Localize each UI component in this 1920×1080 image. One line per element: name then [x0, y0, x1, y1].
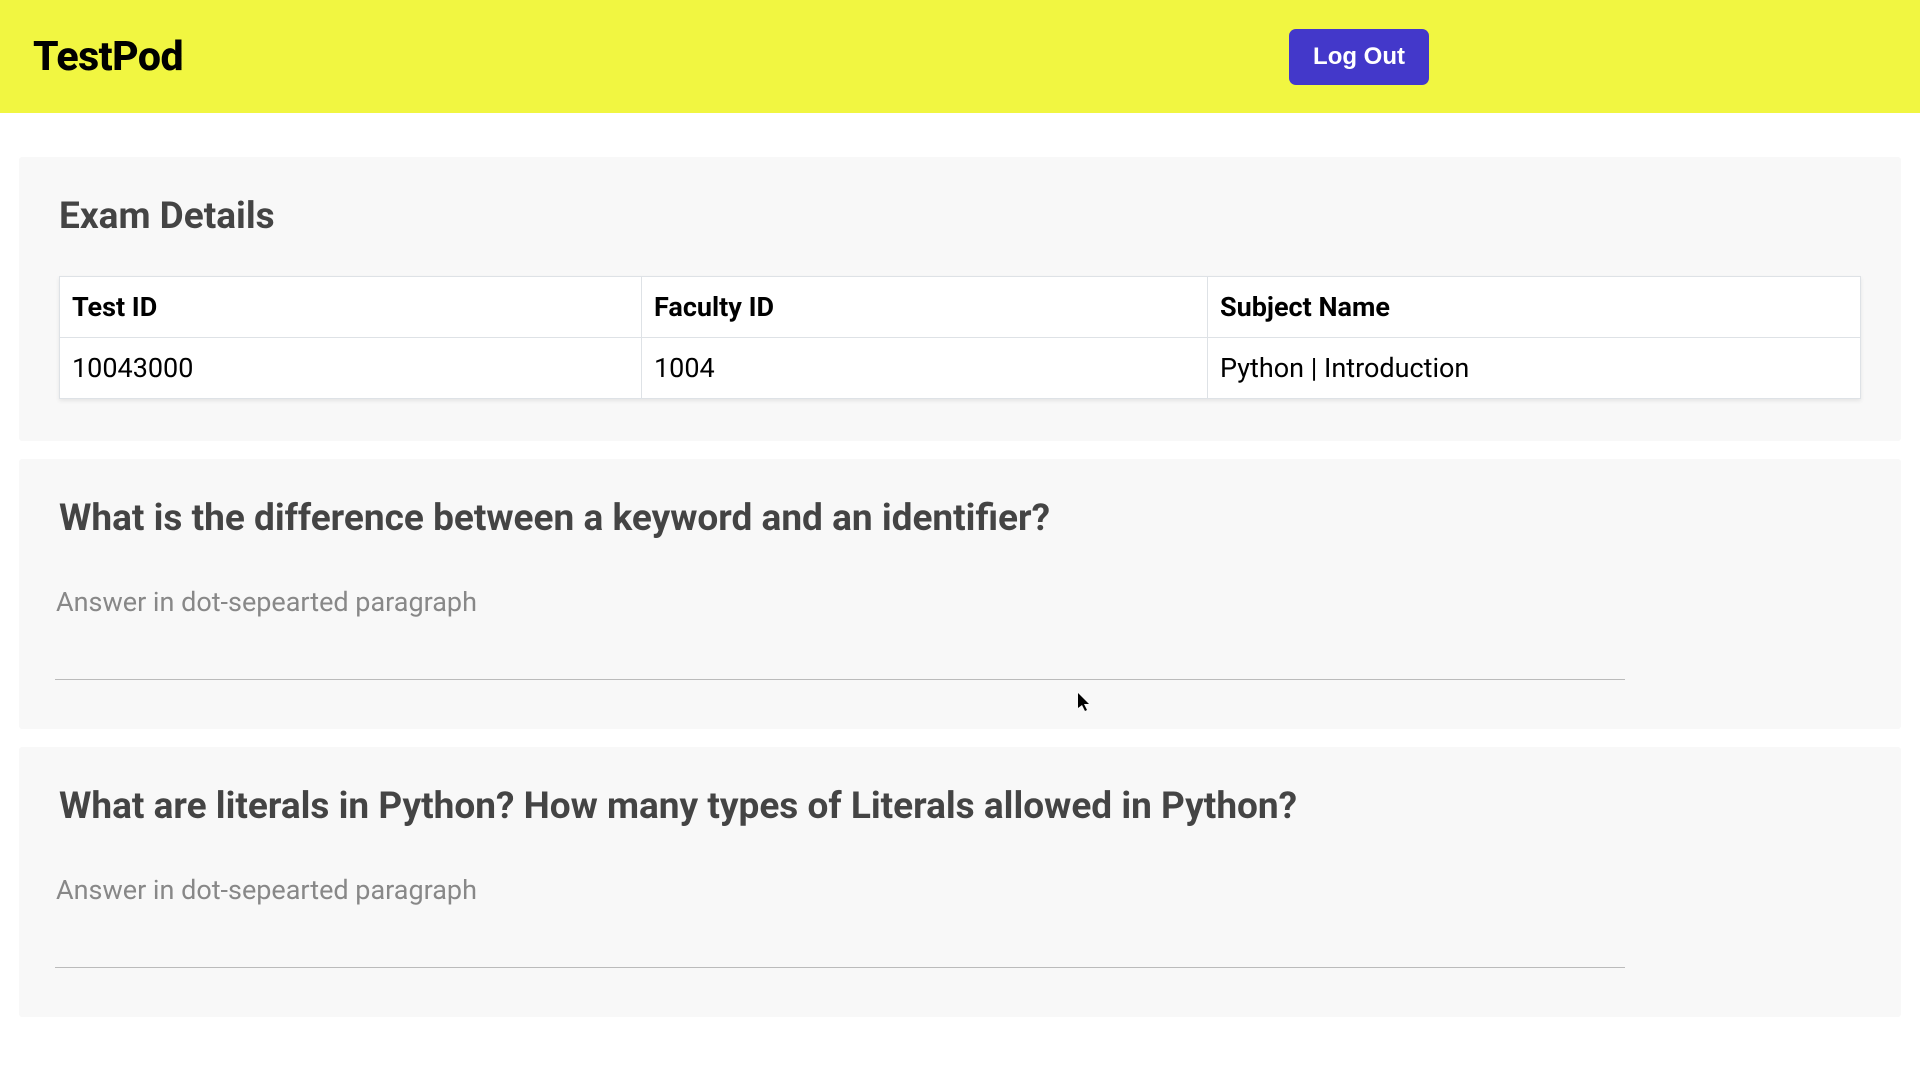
col-faculty-id: Faculty ID	[642, 277, 1208, 338]
question-card: What is the difference between a keyword…	[19, 459, 1901, 729]
exam-details-table: Test ID Faculty ID Subject Name 10043000…	[59, 276, 1861, 399]
cell-subject-name: Python | Introduction	[1208, 338, 1861, 399]
table-row: 10043000 1004 Python | Introduction	[60, 338, 1861, 399]
exam-details-title: Exam Details	[59, 195, 1861, 238]
question-prompt: What is the difference between a keyword…	[59, 497, 1861, 540]
col-subject-name: Subject Name	[1208, 277, 1861, 338]
question-card: What are literals in Python? How many ty…	[19, 747, 1901, 1017]
exam-details-card: Exam Details Test ID Faculty ID Subject …	[19, 157, 1901, 441]
answer-input[interactable]	[55, 858, 1625, 968]
question-prompt: What are literals in Python? How many ty…	[59, 785, 1861, 828]
main-content: Exam Details Test ID Faculty ID Subject …	[0, 113, 1920, 1017]
col-test-id: Test ID	[60, 277, 642, 338]
app-header: TestPod Log Out	[0, 0, 1920, 113]
answer-input[interactable]	[55, 570, 1625, 680]
cell-test-id: 10043000	[60, 338, 642, 399]
logout-button[interactable]: Log Out	[1289, 29, 1429, 85]
brand-logo: TestPod	[33, 33, 183, 81]
cell-faculty-id: 1004	[642, 338, 1208, 399]
table-header-row: Test ID Faculty ID Subject Name	[60, 277, 1861, 338]
